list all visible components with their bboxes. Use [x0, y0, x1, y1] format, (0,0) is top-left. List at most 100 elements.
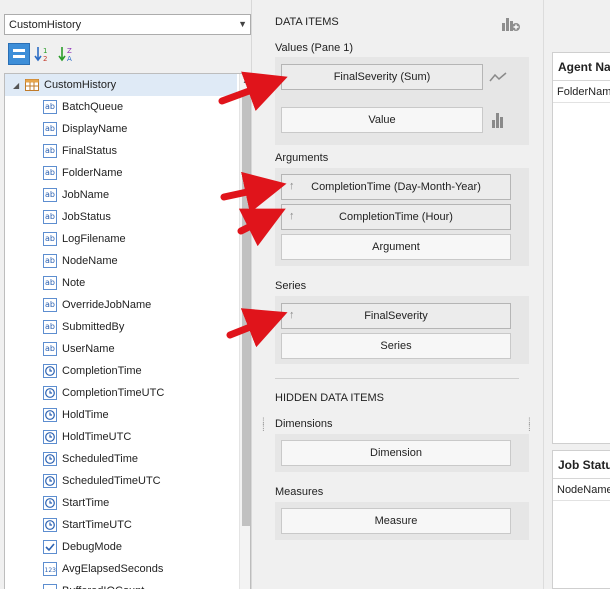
add-pane-icon	[502, 18, 520, 31]
vertical-scrollbar[interactable]: ▲	[239, 74, 250, 589]
text-field-icon: ab	[43, 188, 57, 202]
dashboard-preview-panel: Agent Na FolderName Job Statu NodeName	[543, 0, 610, 589]
dimension-placeholder-label: Dimension	[370, 447, 422, 459]
measure-placeholder[interactable]: Measure	[281, 508, 511, 534]
field-list-item-label: StartTimeUTC	[62, 519, 132, 531]
group-fields-button[interactable]	[8, 43, 30, 65]
line-chart-type-icon[interactable]	[487, 66, 509, 88]
field-list-item[interactable]: ab JobStatus	[43, 206, 111, 228]
collapse-triangle-icon[interactable]: ◢	[13, 81, 25, 90]
dimensions-group: Dimension	[275, 434, 529, 472]
series-placeholder-label: Series	[380, 340, 412, 352]
boolean-field-icon	[43, 540, 57, 554]
field-list-item[interactable]: CompletionTime	[43, 360, 142, 382]
field-list-panel: CustomHistory ▼ 1 2 Z A ◢ CustomHistory …	[0, 0, 252, 589]
field-list-item[interactable]: HoldTimeUTC	[43, 426, 131, 448]
tree-root-label: CustomHistory	[44, 79, 117, 91]
text-field-icon: ab	[43, 320, 57, 334]
hidden-data-items-header: HIDDEN DATA ITEMS	[275, 392, 384, 404]
field-list-item-label: DebugMode	[62, 541, 122, 553]
svg-text:123: 123	[45, 567, 57, 574]
chevron-down-icon[interactable]: ▼	[238, 19, 247, 29]
sort-ascending-icon: 1 2	[34, 47, 47, 63]
sort-arrow-up-icon[interactable]: ↑	[289, 180, 295, 192]
left-splitter-grip[interactable]: ⁞ ⁞	[262, 418, 268, 434]
field-list-item-label: HoldTime	[62, 409, 109, 421]
sort-arrow-up-icon[interactable]: ↑	[289, 210, 295, 222]
argument-placeholder-label: Argument	[372, 241, 420, 253]
sort-arrow-up-icon[interactable]: ↑	[289, 309, 295, 321]
value-item-finalseverity[interactable]: FinalSeverity (Sum)	[281, 64, 483, 90]
argument-item-label: CompletionTime (Hour)	[339, 211, 453, 223]
field-list-item[interactable]: ab FinalStatus	[43, 140, 117, 162]
card-title: Agent Na	[553, 53, 610, 81]
field-list-item[interactable]: ab UserName	[43, 338, 115, 360]
measure-placeholder-label: Measure	[374, 515, 418, 527]
right-splitter-grip[interactable]: ⁞ ⁞	[528, 418, 534, 434]
field-list-item[interactable]: ab DisplayName	[43, 118, 127, 140]
field-list-item[interactable]: ScheduledTime	[43, 448, 138, 470]
text-field-icon: ab	[43, 298, 57, 312]
field-list-item[interactable]: ab FolderName	[43, 162, 123, 184]
field-list-item[interactable]: ab Note	[43, 272, 85, 294]
field-list-item-label: NodeName	[62, 255, 118, 267]
field-list-item[interactable]: 123 AvgElapsedSeconds	[43, 558, 163, 580]
field-list-item-label: FolderName	[62, 167, 123, 179]
field-list-item-label: HoldTimeUTC	[62, 431, 132, 443]
series-item-finalseverity[interactable]: ↑ FinalSeverity	[281, 303, 511, 329]
field-list-item[interactable]: DebugMode	[43, 536, 122, 558]
field-list-toolbar: 1 2 Z A	[8, 43, 78, 65]
field-list-item[interactable]: ScheduledTimeUTC	[43, 470, 161, 492]
grid-column-header[interactable]: FolderName	[553, 81, 610, 103]
field-list-item[interactable]: ab BatchQueue	[43, 96, 123, 118]
group-by-type-icon	[13, 49, 25, 58]
field-list-item[interactable]: ab SubmittedBy	[43, 316, 124, 338]
field-list-item-label: JobName	[62, 189, 110, 201]
series-placeholder[interactable]: Series	[281, 333, 511, 359]
text-field-icon: ab	[43, 210, 57, 224]
field-list-item-label: LogFilename	[62, 233, 126, 245]
section-divider	[275, 378, 519, 379]
field-list-item[interactable]: 123 BufferedIOCount	[43, 580, 144, 589]
argument-item-day-month-year[interactable]: ↑ CompletionTime (Day-Month-Year)	[281, 174, 511, 200]
datasource-dropdown[interactable]: CustomHistory ▼	[4, 14, 251, 35]
argument-placeholder[interactable]: Argument	[281, 234, 511, 260]
field-list-item[interactable]: ab NodeName	[43, 250, 118, 272]
tree-root-item[interactable]: ◢ CustomHistory	[5, 74, 237, 96]
field-list-item-label: JobStatus	[62, 211, 111, 223]
data-items-panel: DATA ITEMS Values (Pane 1) FinalSeverity…	[253, 0, 543, 589]
series-group: ↑ FinalSeverity Series	[275, 296, 529, 364]
field-list-item-label: CompletionTime	[62, 365, 142, 377]
field-list-item[interactable]: ab LogFilename	[43, 228, 126, 250]
svg-text:2: 2	[43, 55, 47, 63]
job-status-card[interactable]: Job Statu NodeName	[552, 450, 610, 589]
field-list-item[interactable]: StartTimeUTC	[43, 514, 132, 536]
scrollbar-thumb[interactable]	[242, 90, 250, 526]
add-pane-button[interactable]	[501, 15, 521, 33]
scroll-up-icon[interactable]: ▲	[240, 76, 250, 85]
bar-chart-type-icon[interactable]	[487, 109, 509, 131]
field-list-item[interactable]: HoldTime	[43, 404, 109, 426]
field-list-item-label: ScheduledTimeUTC	[62, 475, 161, 487]
sort-alphabetical-button[interactable]: Z A	[56, 43, 78, 65]
card-title: Job Statu	[553, 451, 610, 479]
values-group: FinalSeverity (Sum) Value	[275, 57, 529, 145]
values-section-title: Values (Pane 1)	[275, 42, 354, 54]
field-list-item[interactable]: CompletionTimeUTC	[43, 382, 164, 404]
field-list-item[interactable]: StartTime	[43, 492, 109, 514]
datetime-field-icon	[43, 496, 57, 510]
field-list-item[interactable]: ab JobName	[43, 184, 109, 206]
dimension-placeholder[interactable]: Dimension	[281, 440, 511, 466]
sort-ascending-button[interactable]: 1 2	[32, 43, 54, 65]
grid-column-header[interactable]: NodeName	[553, 479, 610, 501]
text-field-icon: ab	[43, 276, 57, 290]
field-list-item-label: ScheduledTime	[62, 453, 139, 465]
argument-item-hour[interactable]: ↑ CompletionTime (Hour)	[281, 204, 511, 230]
table-icon	[25, 78, 39, 92]
text-field-icon: ab	[43, 144, 57, 158]
field-list-item[interactable]: ab OverrideJobName	[43, 294, 151, 316]
field-tree[interactable]: ◢ CustomHistory ab BatchQueue ab DisplayNam…	[4, 73, 251, 589]
value-placeholder[interactable]: Value	[281, 107, 483, 133]
agent-grid-card[interactable]: Agent Na FolderName	[552, 52, 610, 444]
field-list-item-label: BufferedIOCount	[62, 585, 144, 589]
